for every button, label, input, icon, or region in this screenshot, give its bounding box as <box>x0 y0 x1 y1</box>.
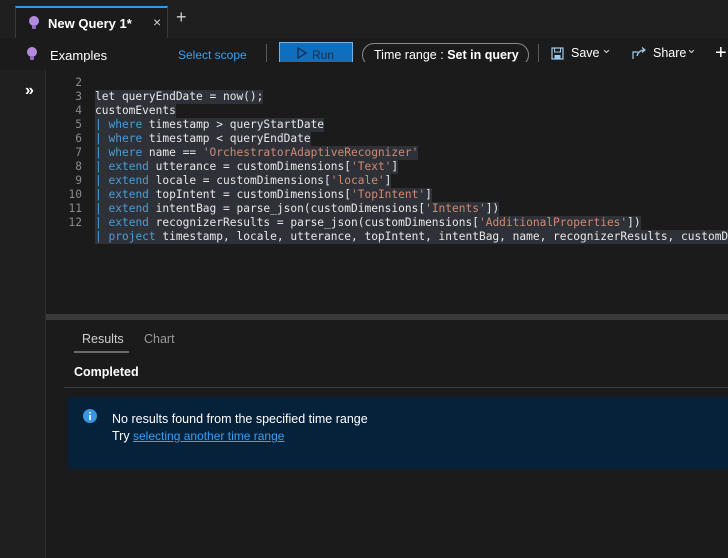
code-line: 4 | where timestamp > queryStartDate <box>46 90 728 132</box>
active-tab-indicator <box>74 351 129 353</box>
time-range-value: Set in query <box>447 48 519 62</box>
examples-button[interactable]: Examples <box>50 48 107 63</box>
add-icon[interactable]: + <box>715 43 727 63</box>
info-message-box: No results found from the specified time… <box>68 397 728 469</box>
chevron-down-icon: ⌄ <box>601 41 612 56</box>
chevron-down-icon: ⌄ <box>686 41 697 56</box>
query-editor[interactable]: 2 let queryEndDate = now(); 3 customEven… <box>46 62 728 314</box>
select-time-range-link[interactable]: selecting another time range <box>133 429 284 443</box>
code-text: | extend recognizerResults = parse_json(… <box>95 216 641 230</box>
close-icon[interactable]: × <box>153 14 161 30</box>
play-icon <box>297 46 308 62</box>
save-label: Save <box>571 46 600 60</box>
share-icon <box>632 47 646 63</box>
code-line: 6 | where name == 'OrchestratorAdaptiveR… <box>46 118 728 160</box>
lightbulb-icon <box>28 15 40 36</box>
toolbar-divider <box>266 44 267 64</box>
divider <box>64 387 728 388</box>
code-line: 10 | extend intentBag = parse_json(custo… <box>46 174 728 216</box>
no-results-message: No results found from the specified time… <box>112 412 368 426</box>
query-status: Completed <box>74 365 139 379</box>
query-tab[interactable]: New Query 1* × <box>15 6 168 38</box>
left-sidebar <box>0 70 46 558</box>
code-line: 5 | where timestamp < queryEndDate <box>46 104 728 146</box>
line-number: 12 <box>68 216 82 229</box>
lightbulb-icon <box>26 46 38 67</box>
results-panel: Results Chart Completed No results found… <box>46 320 728 558</box>
code-line: 7 | extend utterance = customDimensions[… <box>46 132 728 174</box>
code-line: 8 | extend locale = customDimensions['lo… <box>46 146 728 188</box>
tab-results[interactable]: Results <box>82 332 124 346</box>
code-line: 3 customEvents <box>46 76 728 118</box>
new-tab-icon[interactable]: + <box>176 8 187 26</box>
code-text: | project timestamp, locale, utterance, … <box>95 230 728 244</box>
expand-sidebar-icon[interactable]: » <box>25 82 34 100</box>
tab-bar: New Query 1* × + <box>0 0 728 38</box>
run-label: Run <box>312 48 335 62</box>
tab-chart[interactable]: Chart <box>144 332 175 346</box>
code-line: 2 let queryEndDate = now(); <box>46 62 728 104</box>
select-scope-link[interactable]: Select scope <box>178 48 247 62</box>
save-icon <box>551 47 564 63</box>
toolbar-divider <box>538 44 539 64</box>
info-icon <box>83 409 97 428</box>
code-line: 9 | extend topIntent = customDimensions[… <box>46 160 728 202</box>
time-range-label: Time range : <box>374 48 444 62</box>
tab-title: New Query 1* <box>48 16 132 31</box>
code-line: 12 | project timestamp, locale, utteranc… <box>46 202 728 244</box>
code-line: 11 | extend recognizerResults = parse_js… <box>46 188 728 230</box>
share-label: Share <box>653 46 687 60</box>
try-label: Try <box>112 429 130 443</box>
